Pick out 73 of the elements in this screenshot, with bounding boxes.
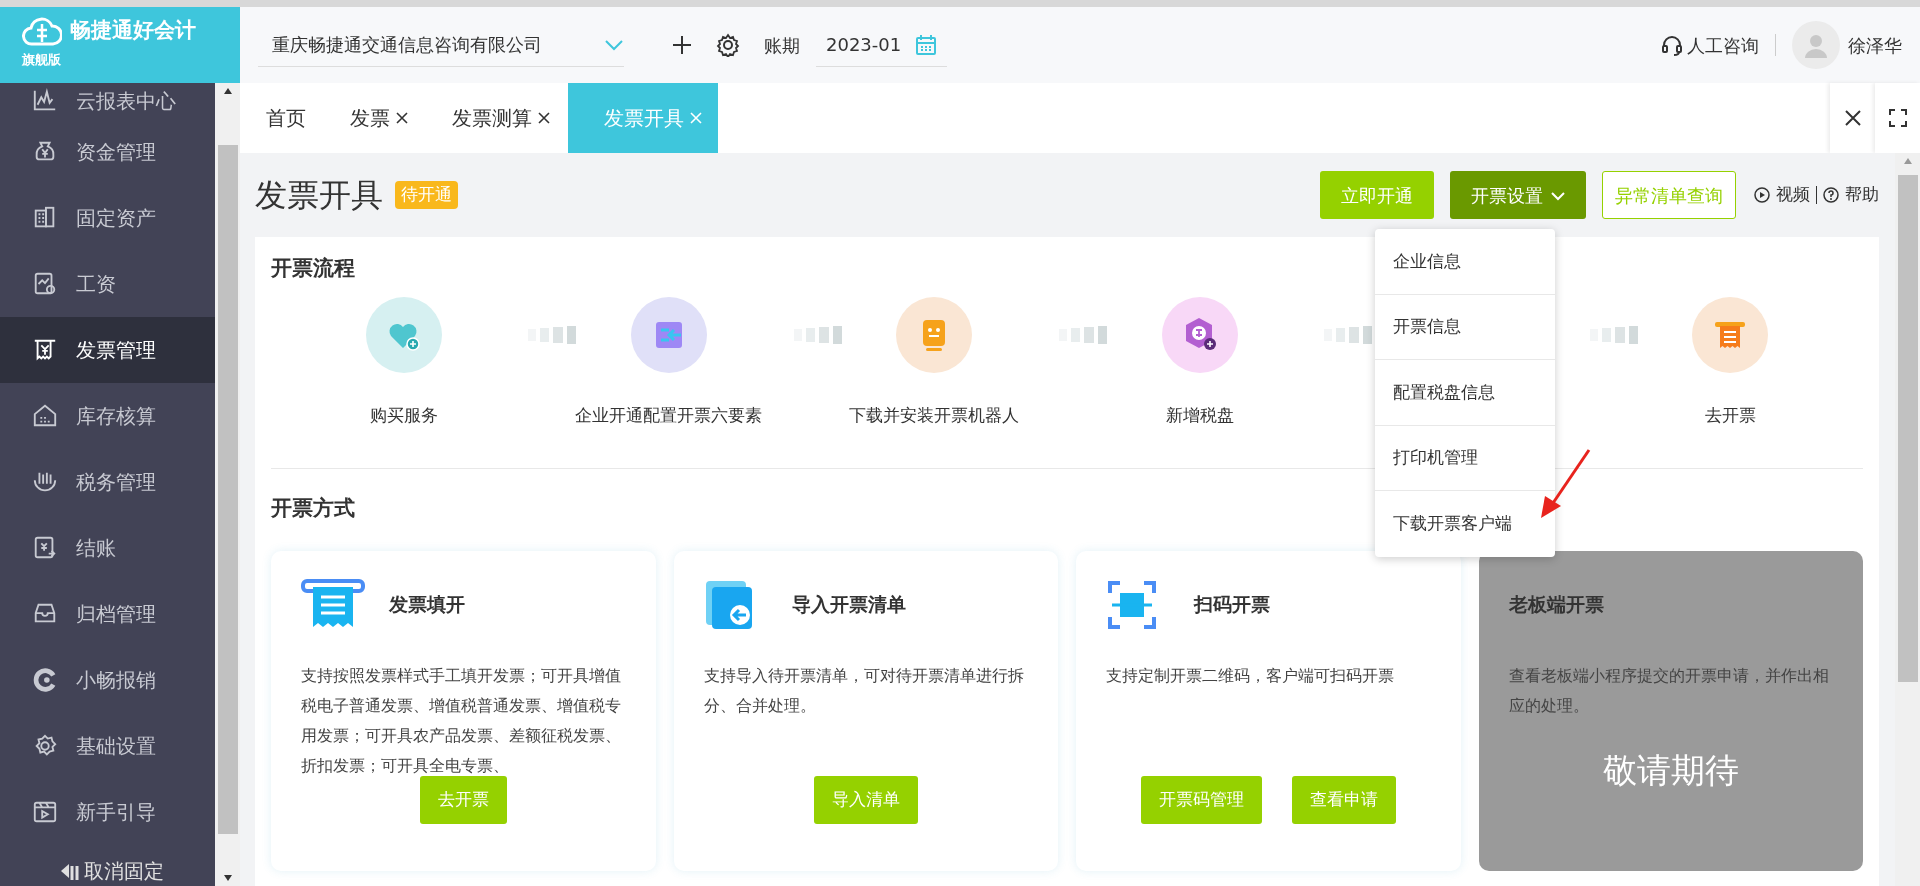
coming-soon-label: 敬请期待 — [1602, 748, 1739, 792]
play-icon — [1754, 187, 1770, 203]
tab[interactable]: 首页 — [240, 83, 324, 153]
document-export-icon — [32, 535, 58, 561]
card-description: 支持定制开票二维码，客户端可扫码开票 — [1106, 664, 1395, 687]
close-icon[interactable] — [1830, 83, 1875, 153]
sidebar-item[interactable]: 结账 — [0, 515, 215, 581]
tab[interactable]: 发票 — [324, 83, 426, 153]
period-label: 账期 — [764, 33, 800, 58]
support-link[interactable]: 人工咨询 — [1687, 31, 1759, 59]
step-label: 企业开通配置开票六要素 — [575, 403, 763, 427]
page-title: 发票开具 — [255, 175, 383, 216]
sidebar-item[interactable]: 库存核算 — [0, 383, 215, 449]
step-label: 去开票 — [1704, 403, 1756, 427]
card-title: 发票填开 — [389, 592, 465, 618]
sidebar-item[interactable]: 税务管理 — [0, 449, 215, 515]
close-icon[interactable] — [396, 112, 408, 124]
help-link[interactable]: 帮助 — [1845, 182, 1879, 208]
receipt-icon — [32, 337, 58, 363]
user-name[interactable]: 徐泽华 — [1848, 31, 1902, 59]
video-link[interactable]: 视频 — [1776, 182, 1810, 208]
edition-label: 旗舰版 — [22, 50, 61, 69]
settings-icon[interactable] — [716, 33, 740, 57]
sidebar-item[interactable]: 发票管理 — [0, 317, 215, 383]
connector-dashes — [1324, 324, 1373, 345]
page-scrollbar[interactable] — [1895, 153, 1920, 886]
cloud-logo-icon — [22, 15, 62, 46]
sidebar-scrollbar[interactable] — [215, 83, 240, 886]
scroll-up-icon[interactable] — [222, 87, 233, 95]
sidebar-item[interactable]: 小畅报销 — [0, 647, 215, 713]
calendar-icon — [915, 33, 938, 56]
period-field[interactable]: 2023-01 — [816, 23, 948, 67]
connector-dashes — [1059, 324, 1107, 345]
step-label: 购买服务 — [369, 403, 438, 427]
company-select[interactable]: 重庆畅捷通交通信息咨询有限公司 — [258, 23, 624, 67]
video-icon — [32, 799, 58, 825]
step-label: 下载并安装开票机器人 — [849, 403, 1020, 427]
help-icon — [1823, 187, 1839, 203]
c-logo-icon — [32, 667, 58, 693]
card-description: 查看老板端小程序提交的开票申请，并作出相应的处理。 — [1508, 664, 1830, 717]
sidebar-item[interactable]: 云报表中心 — [0, 83, 215, 119]
document-chart-icon — [32, 271, 58, 297]
card-title: 导入开票清单 — [791, 592, 906, 618]
section-title: 开票流程 — [271, 255, 355, 282]
sidebar-item[interactable]: 资金管理 — [0, 119, 215, 185]
connector-dashes — [793, 324, 842, 345]
pin-icon — [60, 862, 80, 880]
scroll-down-icon[interactable] — [222, 874, 233, 882]
close-icon[interactable] — [538, 112, 550, 124]
card-title: 扫码开票 — [1194, 592, 1270, 618]
sidebar-item[interactable]: 归档管理 — [0, 581, 215, 647]
connector-dashes — [1589, 324, 1638, 345]
action-button[interactable]: 开票设置 — [1450, 171, 1586, 219]
tab[interactable]: 发票测算 — [426, 83, 568, 153]
chevron-down-icon — [604, 38, 624, 51]
chevron-down-icon — [1551, 192, 1565, 201]
sidebar-item[interactable]: 新手引导 — [0, 779, 215, 845]
plus-icon[interactable] — [672, 35, 692, 55]
connector-dashes — [528, 324, 577, 345]
headset-icon — [1661, 34, 1683, 56]
step-label: 新增税盘 — [1165, 403, 1234, 427]
card-description: 支持导入待开票清单，可对待开票清单进行拆分、合并处理。 — [703, 664, 1025, 717]
status-badge: 待开通 — [395, 181, 458, 209]
app-name: 畅捷通好会计 — [70, 17, 196, 44]
section-title: 开票方式 — [271, 495, 355, 522]
sidebar-item[interactable]: 工资 — [0, 251, 215, 317]
fullscreen-icon[interactable] — [1875, 83, 1920, 153]
card-description: 支持按照发票样式手工填开发票；可开具增值税电子普通发票、增值税普通发票、增值税专用发票；可开具农产品发票、差额征税发票、折扣发票；可开具全电专票、 — [301, 664, 622, 777]
sidebar-item[interactable]: 固定资产 — [0, 185, 215, 251]
menu-item[interactable]: 下载开票客户端 — [1375, 491, 1555, 557]
house-icon — [32, 403, 58, 429]
card-title: 老板端开票 — [1508, 592, 1604, 618]
sidebar-item[interactable]: 基础设置 — [0, 713, 215, 779]
